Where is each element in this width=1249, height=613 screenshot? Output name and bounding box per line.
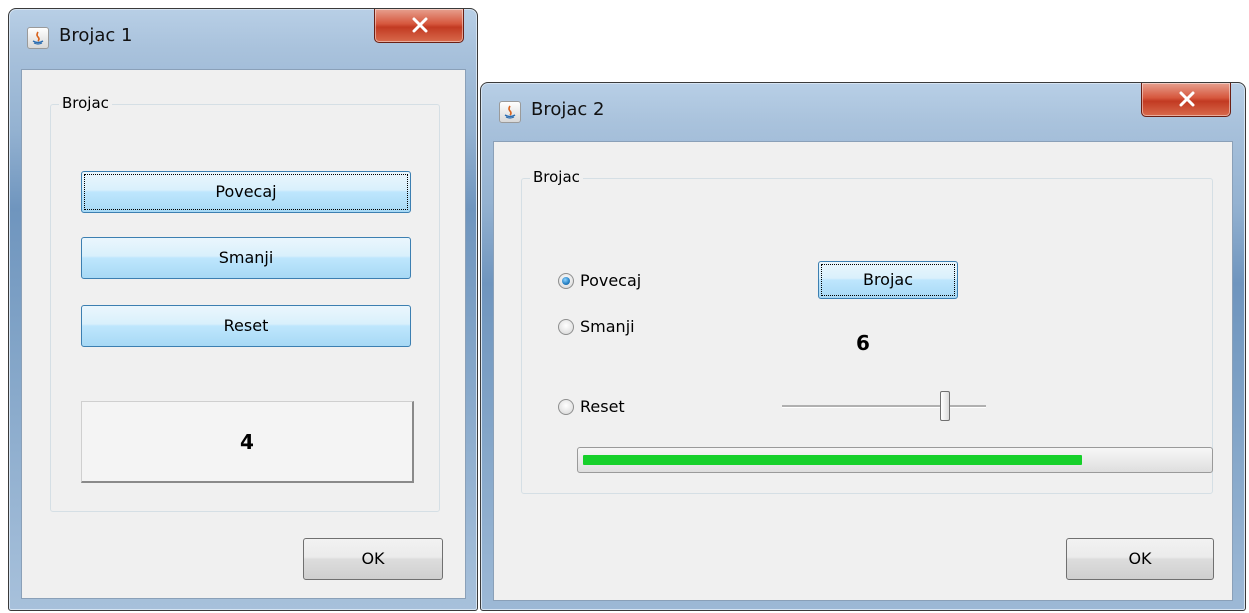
close-icon <box>1179 91 1195 107</box>
group-box: Brojac Povecaj Smanji Reset Brojac 6 <box>521 168 1213 494</box>
close-button[interactable] <box>1141 83 1231 117</box>
title-bar[interactable]: Brojac 2 <box>481 83 1245 141</box>
radio-label: Povecaj <box>580 271 642 290</box>
group-title: Brojac <box>59 94 112 112</box>
counter-display: 4 <box>81 401 414 483</box>
progress-bar <box>577 447 1213 473</box>
radio-button[interactable] <box>558 319 574 335</box>
title-bar[interactable]: Brojac 1 <box>9 9 477 69</box>
window-content: Brojac Povecaj Smanji Reset Brojac 6 OK <box>493 141 1233 601</box>
radio-label: Smanji <box>580 317 635 336</box>
reset-button[interactable]: Reset <box>81 305 411 347</box>
window-title: Brojac 1 <box>59 25 133 46</box>
smanji-button[interactable]: Smanji <box>81 237 411 279</box>
progress-fill <box>583 455 1082 465</box>
java-icon[interactable] <box>499 101 521 123</box>
ok-button[interactable]: OK <box>303 538 443 580</box>
povecaj-button[interactable]: Povecaj <box>81 171 411 213</box>
group-title: Brojac <box>530 168 583 186</box>
java-icon[interactable] <box>27 27 49 49</box>
ok-button[interactable]: OK <box>1066 538 1214 580</box>
window-title: Brojac 2 <box>531 99 605 120</box>
window-brojac-2: Brojac 2 Brojac Povecaj Smanji Reset Bro… <box>480 82 1246 611</box>
counter-display: 6 <box>856 331 870 355</box>
window-content: Brojac Povecaj Smanji Reset 4 OK <box>21 69 466 599</box>
slider-track[interactable] <box>782 405 986 408</box>
radio-button[interactable] <box>558 273 574 289</box>
radio-label: Reset <box>580 397 625 416</box>
slider-thumb[interactable] <box>940 391 951 421</box>
group-box: Brojac Povecaj Smanji Reset 4 <box>50 94 440 512</box>
radio-button[interactable] <box>558 399 574 415</box>
close-icon <box>412 17 428 33</box>
close-button[interactable] <box>374 9 464 43</box>
brojac-button[interactable]: Brojac <box>818 261 958 299</box>
window-brojac-1: Brojac 1 Brojac Povecaj Smanji Reset 4 O… <box>8 8 478 611</box>
